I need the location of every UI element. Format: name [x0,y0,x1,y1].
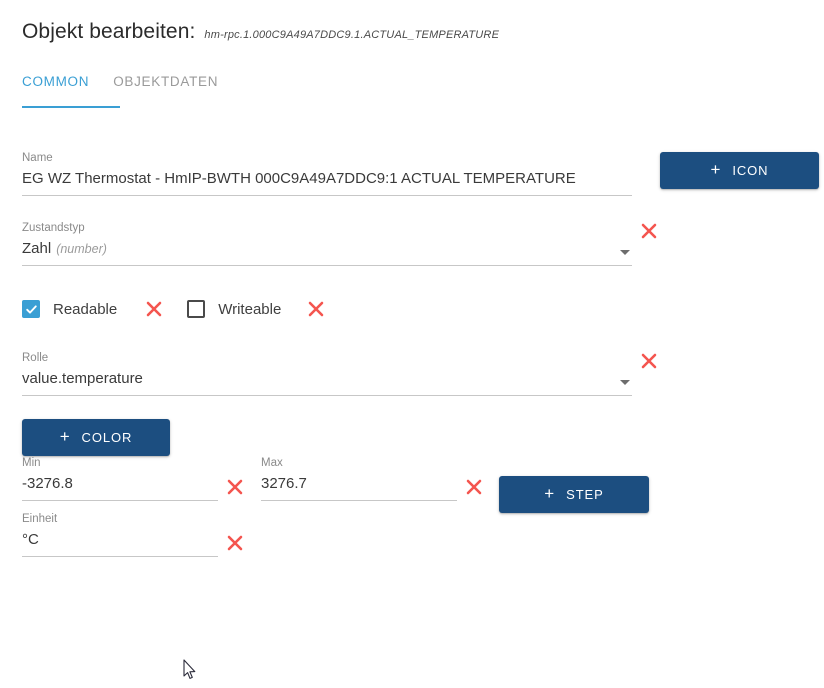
min-input[interactable] [22,472,218,501]
plus-icon: + [60,428,71,445]
add-icon-button[interactable]: + ICON [660,152,819,189]
form-common: Name + ICON Zustandstyp Zahl (number) Rea… [0,0,824,688]
zustandstyp-hint: (number) [56,242,107,256]
checkbox-writeable[interactable]: Writeable [187,300,281,318]
add-step-button[interactable]: + STEP [499,476,649,513]
add-color-button-label: COLOR [82,430,133,445]
rolle-value: value.temperature [22,370,143,387]
field-einheit-label: Einheit [22,512,218,526]
zustandstyp-value: Zahl [22,240,51,257]
field-max: Max [261,456,457,501]
add-icon-button-label: ICON [732,163,768,178]
checkbox-row: Readable Writeable [22,298,327,320]
field-einheit: Einheit [22,512,218,557]
checkbox-readable[interactable]: Readable [22,300,117,318]
plus-icon: + [544,485,555,502]
clear-einheit-button[interactable] [224,532,246,554]
zustandstyp-select[interactable]: Zahl (number) [22,237,632,266]
field-max-label: Max [261,456,457,470]
name-input[interactable] [22,167,632,196]
field-rolle: Rolle value.temperature [22,351,632,396]
field-name: Name [22,151,632,196]
close-icon [463,476,485,498]
max-input[interactable] [261,472,457,501]
field-zustandstyp-label: Zustandstyp [22,221,632,235]
field-min-label: Min [22,456,218,470]
clear-max-button[interactable] [463,476,485,498]
check-icon [25,303,38,316]
field-name-label: Name [22,151,632,165]
close-icon [638,350,660,372]
close-icon [305,298,327,320]
field-zustandstyp: Zustandstyp Zahl (number) [22,221,632,266]
field-rolle-label: Rolle [22,351,632,365]
field-min: Min [22,456,218,501]
clear-zustandstyp-button[interactable] [638,220,660,242]
add-step-button-label: STEP [566,487,604,502]
checkbox-writeable-label: Writeable [218,301,281,318]
clear-min-button[interactable] [224,476,246,498]
close-icon [224,532,246,554]
rolle-select[interactable]: value.temperature [22,367,632,396]
add-color-button[interactable]: + COLOR [22,419,170,456]
close-icon [224,476,246,498]
chevron-down-icon[interactable] [620,380,630,385]
clear-rolle-button[interactable] [638,350,660,372]
checkbox-writeable-box[interactable] [187,300,205,318]
plus-icon: + [711,161,722,178]
clear-readable-button[interactable] [143,298,165,320]
checkbox-readable-label: Readable [53,301,117,318]
clear-writeable-button[interactable] [305,298,327,320]
einheit-input[interactable] [22,528,218,557]
checkbox-readable-box[interactable] [22,300,40,318]
close-icon [143,298,165,320]
chevron-down-icon[interactable] [620,250,630,255]
